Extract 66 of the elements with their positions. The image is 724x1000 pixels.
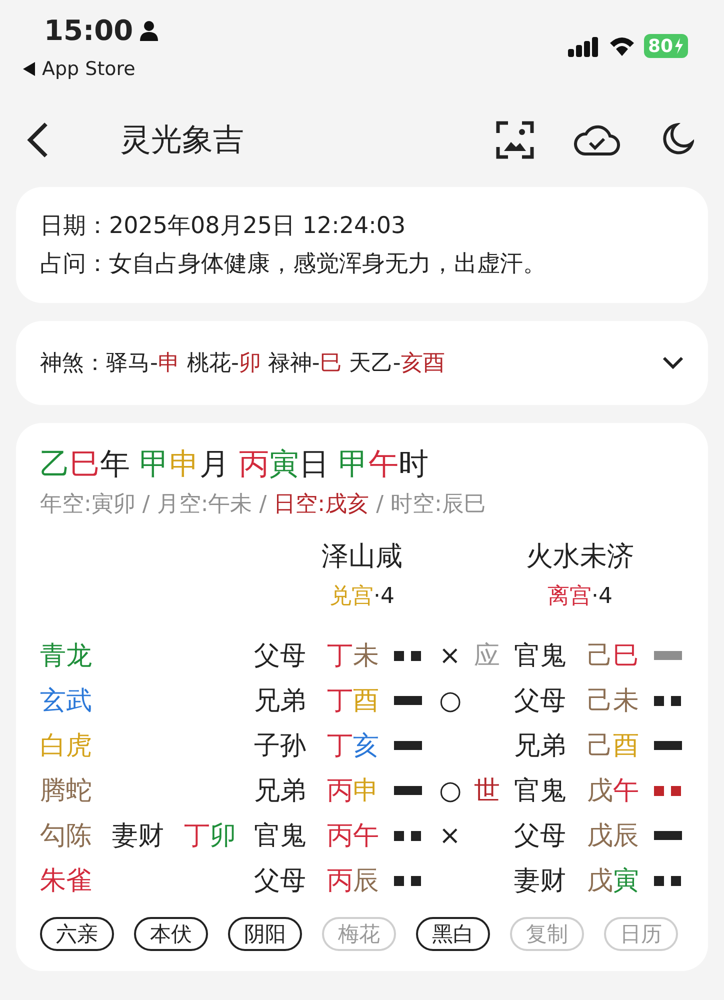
chevron-down-icon[interactable] [662, 356, 684, 370]
relation-label: 父母 [514, 685, 567, 718]
hidden-relation: 妻财 [112, 820, 165, 853]
option-chip[interactable]: 本伏 [134, 917, 208, 951]
person-icon [139, 20, 160, 42]
relation-label: 兄弟 [254, 685, 307, 718]
hidden-ganzhi: 丁卯 [184, 820, 237, 853]
relation-label: 子孙 [254, 730, 307, 763]
ganzhi-label: 己未 [587, 685, 640, 718]
hexagram-palace: 兑宫·4 [330, 583, 394, 611]
ganzhi-label: 己巳 [587, 640, 640, 673]
relation-label: 父母 [254, 640, 307, 673]
ganzhi-label: 戊寅 [587, 865, 640, 898]
ganzhi-label: 丙辰 [327, 865, 380, 898]
void-branches: 年空:寅卯 / 月空:午未 / 日空:戌亥 / 时空:辰巳 [40, 491, 487, 519]
ganzhi-label: 丁亥 [327, 730, 380, 763]
app-title: 灵光象吉 [120, 120, 245, 160]
four-pillars: 乙巳年 甲 申 月 丙寅日 甲午时 [40, 446, 430, 484]
relation-label: 兄弟 [254, 775, 307, 808]
ganzhi-label: 戊午 [587, 775, 640, 808]
hexagram-name: 泽山咸 [322, 540, 402, 574]
relation-label: 官鬼 [254, 820, 307, 853]
info-label: 占问： [40, 251, 109, 277]
spirit-label: 玄武 [40, 685, 93, 718]
back-app-link[interactable]: App Store [42, 58, 136, 80]
ganzhi-label: 丁酉 [327, 685, 380, 718]
change-mark: × [439, 640, 462, 670]
spirit-label: 青龙 [40, 640, 93, 673]
info-value: 2025年08月25日 12:24:03 [109, 213, 406, 239]
ganzhi-label: 丁未 [327, 640, 380, 673]
spirit-label: 白虎 [40, 730, 93, 763]
info-value: 女自占身体健康，感觉浑身无力，出虚汗。 [109, 251, 546, 277]
option-chip[interactable]: 黑白 [416, 917, 490, 951]
relation-label: 兄弟 [514, 730, 567, 763]
relation-label: 官鬼 [514, 640, 567, 673]
shi-ying-label: 世 [474, 775, 501, 808]
moon-icon[interactable] [660, 122, 694, 156]
shi-ying-label: 应 [474, 640, 501, 673]
relation-label: 父母 [254, 865, 307, 898]
relation-label: 父母 [514, 820, 567, 853]
spirit-label: 勾陈 [40, 820, 93, 853]
signal-icon [568, 35, 600, 57]
ganzhi-label: 戊辰 [587, 820, 640, 853]
ganzhi-label: 己酉 [587, 730, 640, 763]
option-chip[interactable]: 六亲 [40, 917, 114, 951]
change-mark: × [439, 820, 462, 850]
ganzhi-label: 丙申 [327, 775, 380, 808]
image-frame-icon[interactable] [496, 120, 534, 158]
battery-icon: 80 [644, 34, 688, 58]
relation-label: 妻财 [514, 865, 567, 898]
change-mark: ○ [439, 776, 463, 806]
change-mark: ○ [439, 686, 463, 716]
spirit-label: 腾蛇 [40, 775, 93, 808]
shensha-list: 驿马-申 桃花-卯 禄神-巳 天乙-亥酉 [106, 348, 662, 378]
shensha-label: 神煞： [40, 350, 106, 378]
info-label: 日期： [40, 213, 109, 239]
hexagram-name: 火水未济 [526, 540, 634, 574]
hexagram-palace: 离宫·4 [548, 583, 612, 611]
ganzhi-label: 丙午 [327, 820, 380, 853]
status-time: 15:00 [44, 14, 134, 47]
wifi-icon [608, 35, 636, 57]
relation-label: 官鬼 [514, 775, 567, 808]
spirit-label: 朱雀 [40, 865, 93, 898]
back-triangle-icon[interactable] [22, 62, 36, 76]
cloud-check-icon[interactable] [574, 124, 620, 156]
option-chip[interactable]: 阴阳 [228, 917, 302, 951]
